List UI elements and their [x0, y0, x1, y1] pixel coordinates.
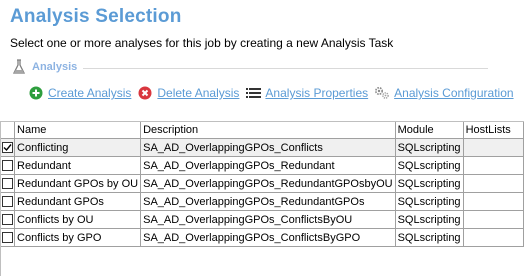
row-name: Conflicts by OU: [14, 210, 142, 229]
row-checkbox[interactable]: [2, 142, 14, 154]
row-description: SA_AD_OverlappingGPOs_Conflicts: [140, 138, 396, 157]
row-module: SQLscripting: [395, 192, 464, 211]
row-module: SQLscripting: [395, 210, 464, 229]
page-subtitle: Select one or more analyses for this job…: [10, 36, 394, 50]
row-checkbox[interactable]: [2, 178, 14, 190]
column-header-description[interactable]: Description: [140, 122, 396, 139]
row-name: Redundant: [14, 156, 142, 175]
analysis-section-header: Analysis: [12, 58, 488, 76]
checkmark-icon: [3, 144, 12, 152]
row-description: SA_AD_OverlappingGPOs_ConflictsByGPO: [140, 228, 396, 247]
row-description: SA_AD_OverlappingGPOs_ConflictsByOU: [140, 210, 396, 229]
row-name: Conflicts by GPO: [14, 228, 142, 247]
flask-icon: [12, 59, 26, 75]
row-module: SQLscripting: [395, 228, 464, 247]
row-checkbox-cell: [1, 174, 16, 193]
row-name: Redundant GPOs: [14, 192, 142, 211]
column-header-module[interactable]: Module: [395, 122, 464, 139]
row-hostlists: [463, 138, 524, 157]
row-description: SA_AD_OverlappingGPOs_RedundantGPOsbyOU: [140, 174, 396, 193]
table-header-row: Name Description Module HostLists: [1, 122, 524, 139]
row-name: Conflicting: [14, 138, 142, 157]
row-hostlists: [463, 210, 524, 229]
row-checkbox-cell: [1, 228, 16, 247]
row-hostlists: [463, 156, 524, 175]
section-label: Analysis: [32, 61, 78, 73]
table-row[interactable]: Conflicts by OU SA_AD_OverlappingGPOs_Con…: [1, 210, 524, 229]
table-row[interactable]: Conflicts by GPO SA_AD_OverlappingGPOs_Co…: [1, 228, 524, 247]
create-analysis-label: Create Analysis: [48, 86, 132, 100]
row-checkbox[interactable]: [2, 214, 14, 226]
gears-icon: [374, 85, 390, 101]
delete-analysis-label: Delete Analysis: [157, 86, 240, 100]
analysis-toolbar: Create Analysis Delete Analysis Analysis…: [28, 85, 520, 101]
table-row[interactable]: Conflicting SA_AD_OverlappingGPOs_Conflic…: [1, 138, 524, 157]
row-module: SQLscripting: [395, 174, 464, 193]
row-module: SQLscripting: [395, 138, 464, 157]
row-name: Redundant GPOs by OU: [14, 174, 142, 193]
analysis-grid: Name Description Module HostLists Confli…: [0, 121, 524, 276]
row-checkbox[interactable]: [2, 160, 14, 172]
row-checkbox-cell: [1, 210, 16, 229]
analysis-properties-label: Analysis Properties: [265, 86, 369, 100]
plus-circle-icon: [28, 85, 44, 101]
delete-analysis-button[interactable]: Delete Analysis: [137, 85, 239, 101]
column-header-check: [1, 122, 16, 139]
analysis-configuration-button[interactable]: Analysis Configuration: [374, 85, 514, 101]
analysis-table: Name Description Module HostLists Confli…: [1, 122, 524, 247]
row-hostlists: [463, 192, 524, 211]
column-header-name[interactable]: Name: [14, 122, 142, 139]
column-header-hostlists[interactable]: HostLists: [463, 122, 524, 139]
table-row[interactable]: Redundant SA_AD_OverlappingGPOs_Redundant…: [1, 156, 524, 175]
analysis-configuration-label: Analysis Configuration: [394, 86, 514, 100]
create-analysis-button[interactable]: Create Analysis: [28, 85, 131, 101]
page-title: Analysis Selection: [10, 6, 182, 27]
row-checkbox[interactable]: [2, 196, 14, 208]
row-hostlists: [463, 228, 524, 247]
x-circle-icon: [137, 85, 153, 101]
section-divider: [83, 68, 488, 69]
list-icon: [245, 85, 261, 101]
row-hostlists: [463, 174, 524, 193]
row-checkbox-cell: [1, 156, 16, 175]
row-checkbox-cell: [1, 138, 16, 157]
row-description: SA_AD_OverlappingGPOs_Redundant: [140, 156, 396, 175]
analysis-properties-button[interactable]: Analysis Properties: [245, 85, 368, 101]
table-row[interactable]: Redundant GPOs by OU SA_AD_OverlappingGPO…: [1, 174, 524, 193]
row-description: SA_AD_OverlappingGPOs_RedundantGPOs: [140, 192, 396, 211]
row-module: SQLscripting: [395, 156, 464, 175]
row-checkbox-cell: [1, 192, 16, 211]
row-checkbox[interactable]: [2, 232, 14, 244]
table-row[interactable]: Redundant GPOs SA_AD_OverlappingGPOs_Redu…: [1, 192, 524, 211]
